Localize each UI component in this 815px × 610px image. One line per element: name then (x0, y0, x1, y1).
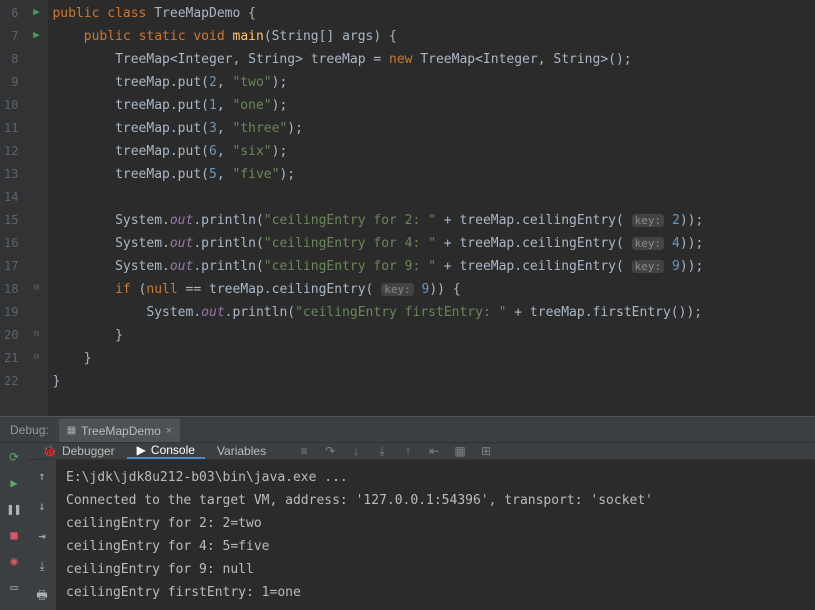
pause-button[interactable]: ❚❚ (4, 499, 24, 519)
code-area[interactable]: public class TreeMapDemo { public static… (48, 0, 703, 416)
stop-button[interactable]: ■ (4, 525, 24, 545)
debug-tab-title: TreeMapDemo (81, 424, 161, 438)
resume-button[interactable]: ▶ (4, 473, 24, 493)
step-out-icon[interactable]: ↑ (400, 443, 416, 459)
application-icon: ▦ (67, 425, 76, 436)
soft-wrap-icon[interactable]: ⇥ (32, 526, 52, 546)
show-exec-point-icon[interactable]: ≡ (296, 443, 312, 459)
close-icon[interactable]: × (166, 425, 172, 437)
debugger-icon: 🐞 (42, 444, 57, 458)
step-over-icon[interactable]: ↷ (322, 443, 338, 459)
tab-variables-label: Variables (217, 444, 266, 458)
force-step-into-icon[interactable]: ⤓ (374, 443, 390, 459)
console-toolbar: ↑ ↓ ⇥ ⤓ 🖶 (28, 460, 56, 610)
line-number-gutter: 678910111213141516171819202122 (0, 0, 24, 416)
debug-run-tab[interactable]: ▦ TreeMapDemo × (59, 417, 180, 442)
layout-button[interactable]: ▭ (4, 577, 24, 597)
step-into-icon[interactable]: ↓ (348, 443, 364, 459)
down-stack-icon[interactable]: ↓ (32, 496, 52, 516)
tab-console-label: Console (151, 443, 195, 457)
debug-label: Debug: (0, 423, 59, 437)
tab-debugger[interactable]: 🐞 Debugger (32, 443, 125, 459)
print-icon[interactable]: 🖶 (32, 586, 52, 606)
debug-header: Debug: ▦ TreeMapDemo × (0, 417, 815, 443)
breakpoints-button[interactable]: ◉ (4, 551, 24, 571)
evaluate-icon[interactable]: ⊞ (478, 443, 494, 459)
rerun-button[interactable]: ⟳ (4, 447, 24, 467)
console-output[interactable]: E:\jdk\jdk8u212-b03\bin\java.exe ... Con… (56, 460, 815, 610)
drop-frame-icon[interactable]: ⇤ (426, 443, 442, 459)
scroll-end-icon[interactable]: ⤓ (32, 556, 52, 576)
tab-debugger-label: Debugger (62, 444, 115, 458)
debug-main: 🐞 Debugger ▶ Console Variables ≡ ↷ ↓ ⤓ ↑… (28, 443, 815, 610)
gutter-icons: ▶▶⊟⊟⊟ (24, 0, 48, 416)
run-to-cursor-icon[interactable]: ▦ (452, 443, 468, 459)
console-wrap: ↑ ↓ ⇥ ⤓ 🖶 E:\jdk\jdk8u212-b03\bin\java.e… (28, 460, 815, 610)
tab-console[interactable]: ▶ Console (127, 443, 205, 459)
tab-variables[interactable]: Variables (207, 443, 276, 459)
code-editor[interactable]: 678910111213141516171819202122 ▶▶⊟⊟⊟ pub… (0, 0, 815, 416)
debug-panel: Debug: ▦ TreeMapDemo × ⟳ ▶ ❚❚ ■ ◉ ▭ 🐞 De… (0, 416, 815, 610)
console-icon: ▶ (137, 443, 146, 457)
stepping-toolbar: ≡ ↷ ↓ ⤓ ↑ ⇤ ▦ ⊞ (296, 443, 494, 459)
debug-subtabs: 🐞 Debugger ▶ Console Variables ≡ ↷ ↓ ⤓ ↑… (28, 443, 815, 460)
debug-body: ⟳ ▶ ❚❚ ■ ◉ ▭ 🐞 Debugger ▶ Console Variab… (0, 443, 815, 610)
up-stack-icon[interactable]: ↑ (32, 466, 52, 486)
debug-run-toolbar: ⟳ ▶ ❚❚ ■ ◉ ▭ (0, 443, 28, 610)
